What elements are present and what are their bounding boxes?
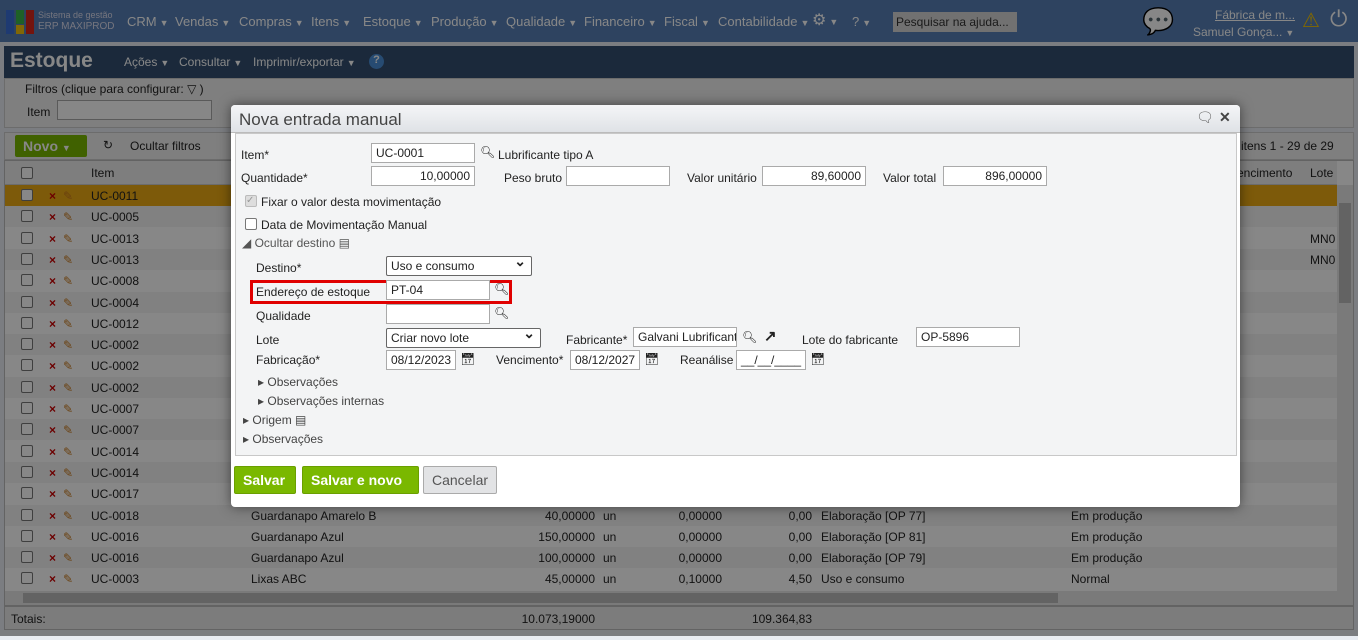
stock-address-input[interactable]: PT-04 (386, 280, 490, 300)
quantity-label: Quantidade* (241, 171, 308, 185)
calendar-icon[interactable]: 📅︎ (460, 352, 475, 366)
unit-value-label: Valor unitário (687, 171, 757, 185)
calendar-icon[interactable]: 📅︎ (810, 352, 825, 366)
manufacturer-label: Fabricante* (566, 333, 628, 347)
comment-icon[interactable]: 🗨 (1196, 109, 1214, 126)
expiry-date-input[interactable]: 08/12/2027 (570, 350, 640, 370)
stock-address-label: Endereço de estoque (256, 285, 371, 299)
unit-value-input[interactable]: 89,60000 (762, 166, 866, 186)
dialog-titlebar: Nova entrada manual 🗨 ✕ (231, 105, 1240, 133)
quality-label: Qualidade (256, 309, 311, 323)
quantity-input[interactable]: 10,00000 (371, 166, 475, 186)
destination-label: Destino* (256, 261, 302, 275)
total-value-input[interactable]: 896,00000 (943, 166, 1047, 186)
quality-search-icon[interactable]: 🔍︎ (494, 306, 509, 320)
lot-select[interactable]: Criar novo lote (386, 325, 541, 348)
close-icon[interactable]: ✕ (1219, 109, 1231, 126)
total-value-label: Valor total (883, 171, 937, 185)
manual-date-checkbox[interactable] (245, 218, 257, 230)
quality-input[interactable] (386, 304, 490, 324)
destination-select[interactable]: Uso e consumo (386, 253, 532, 276)
open-external-icon[interactable]: ↗ (764, 327, 777, 345)
item-description: Lubrificante tipo A (498, 148, 594, 162)
calendar-icon[interactable]: 📅︎ (644, 352, 659, 366)
reanalysis-input[interactable]: __/__/____ (736, 350, 806, 370)
reanalysis-label: Reanálise (680, 353, 734, 367)
save-button[interactable]: Salvar (234, 466, 296, 494)
fix-value-checkbox[interactable]: ✓ (245, 195, 257, 207)
observations-section-toggle[interactable]: ▸ Observações (243, 432, 323, 446)
observations-toggle[interactable]: ▸ Observações (258, 375, 338, 389)
manufacturer-search-icon[interactable]: 🔍︎ (742, 330, 757, 344)
manufacturer-input[interactable]: Galvani Lubrificant (633, 327, 737, 347)
manual-date-label: Data de Movimentação Manual (261, 218, 428, 232)
lot-label: Lote (256, 333, 280, 347)
gross-weight-label: Peso bruto (504, 171, 563, 185)
gross-weight-input[interactable] (566, 166, 670, 186)
item-label: Item* (241, 148, 270, 162)
hide-destination-toggle[interactable]: ◢ Ocultar destino ▤ (242, 236, 350, 250)
manufacturer-lot-label: Lote do fabricante (802, 333, 899, 347)
save-and-new-button[interactable]: Salvar e novo (302, 466, 419, 494)
manufacturer-lot-input[interactable]: OP-5896 (916, 327, 1020, 347)
new-manual-entry-dialog: Nova entrada manual 🗨 ✕ Item* UC-0001 🔍︎… (231, 105, 1240, 507)
internal-observations-toggle[interactable]: ▸ Observações internas (258, 394, 384, 408)
origin-toggle[interactable]: ▸ Origem ▤ (243, 413, 306, 427)
item-search-icon[interactable]: 🔍︎ (480, 145, 495, 159)
manufacture-date-input[interactable]: 08/12/2023 (386, 350, 456, 370)
dialog-title: Nova entrada manual (239, 110, 402, 129)
expiry-date-label: Vencimento* (496, 353, 564, 367)
dialog-form-panel: Item* UC-0001 🔍︎ Lubrificante tipo A Qua… (235, 133, 1237, 456)
stock-address-search-icon[interactable]: 🔍︎ (494, 282, 509, 296)
cancel-button[interactable]: Cancelar (423, 466, 497, 494)
manufacture-date-label: Fabricação* (256, 353, 321, 367)
fix-value-label: Fixar o valor desta movimentação (261, 195, 442, 209)
item-input[interactable]: UC-0001 (371, 143, 475, 163)
